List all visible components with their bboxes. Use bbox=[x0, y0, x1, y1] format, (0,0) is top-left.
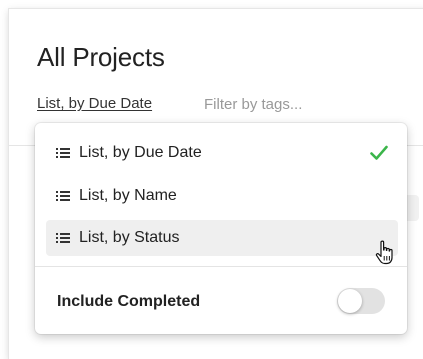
checkmark-icon bbox=[370, 145, 388, 160]
menu-item-list-by-name[interactable]: List, by Name bbox=[46, 178, 398, 214]
toggle-knob[interactable] bbox=[338, 289, 362, 313]
include-completed-toggle[interactable] bbox=[337, 288, 385, 314]
menu-item-list-by-status[interactable]: List, by Status bbox=[46, 220, 398, 256]
view-mode-dropdown: List, by Due Date List, by Name List, by… bbox=[35, 123, 407, 334]
menu-item-list-by-due-date[interactable]: List, by Due Date bbox=[46, 135, 398, 171]
filter-tags-input[interactable] bbox=[204, 93, 394, 115]
page-title: All Projects bbox=[37, 42, 165, 72]
menu-divider bbox=[35, 266, 407, 267]
view-mode-link[interactable]: List, by Due Date bbox=[37, 95, 152, 112]
list-icon bbox=[56, 148, 70, 158]
list-icon bbox=[56, 191, 70, 201]
list-icon bbox=[56, 233, 70, 243]
include-completed-label: Include Completed bbox=[57, 293, 201, 310]
menu-item-label: List, by Name bbox=[79, 187, 177, 204]
menu-item-label: List, by Due Date bbox=[79, 144, 202, 161]
menu-item-label: List, by Status bbox=[79, 229, 180, 246]
hand-pointer-cursor-icon bbox=[375, 240, 393, 265]
